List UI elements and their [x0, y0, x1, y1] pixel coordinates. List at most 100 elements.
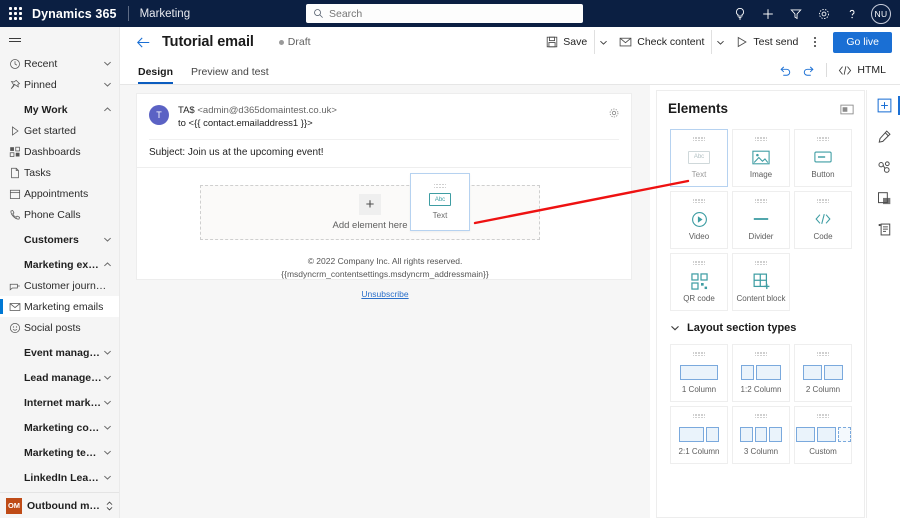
drag-handle-icon[interactable] — [692, 137, 706, 142]
chevron-down-icon[interactable] — [103, 55, 112, 73]
sidebar-item-marketing-content[interactable]: Marketing content — [0, 417, 119, 438]
save-button[interactable]: Save — [539, 30, 594, 54]
sidebar-item-customers[interactable]: Customers — [0, 229, 119, 250]
layout-tile-2-column[interactable]: 2 Column — [794, 344, 852, 402]
drag-handle-icon[interactable] — [816, 414, 830, 419]
elements-rail-icon[interactable] — [867, 90, 900, 121]
more-commands-button[interactable] — [805, 30, 825, 54]
drag-handle-icon[interactable] — [692, 352, 706, 357]
save-dropdown-button[interactable] — [594, 30, 612, 54]
layout-tile-3-column[interactable]: 3 Column — [732, 406, 790, 464]
element-tile-divider[interactable]: Divider — [732, 191, 790, 249]
chevron-down-icon[interactable] — [103, 344, 112, 362]
sidebar-item-dashboards[interactable]: Dashboards — [0, 141, 119, 162]
check-content-button[interactable]: Check content — [612, 30, 711, 54]
drag-handle-icon[interactable] — [692, 261, 706, 266]
go-live-button[interactable]: Go live — [833, 31, 892, 53]
sidebar-item-marketing-execution[interactable]: Marketing execution — [0, 254, 119, 275]
app-launcher-button[interactable] — [0, 0, 30, 27]
back-button[interactable] — [136, 36, 151, 49]
unsubscribe-link[interactable]: Unsubscribe — [361, 288, 408, 301]
drag-handle-icon[interactable] — [754, 261, 768, 266]
sidebar-item-label: My Work — [24, 103, 68, 116]
nav-collapse-button[interactable] — [0, 27, 119, 53]
element-tile-image[interactable]: Image — [732, 129, 790, 187]
drag-handle-icon[interactable] — [816, 352, 830, 357]
sidebar-item-event-management[interactable]: Event management — [0, 342, 119, 363]
collapse-panel-icon[interactable] — [840, 102, 854, 120]
chevron-down-icon[interactable] — [103, 394, 112, 412]
drag-handle-icon[interactable] — [754, 199, 768, 204]
chevron-down-icon[interactable] — [103, 419, 112, 437]
chevron-down-icon[interactable] — [103, 231, 112, 249]
help-icon[interactable] — [838, 0, 866, 27]
drag-handle-icon[interactable] — [692, 199, 706, 204]
sidebar-item-phone-calls[interactable]: Phone Calls — [0, 204, 119, 225]
layout-tile-custom[interactable]: Custom — [794, 406, 852, 464]
sidebar-item-social-posts[interactable]: Social posts — [0, 317, 119, 338]
app-name-label[interactable]: Marketing — [140, 8, 191, 20]
styles-rail-icon[interactable] — [867, 121, 900, 152]
drag-handle-icon[interactable] — [754, 414, 768, 419]
chevron-down-icon[interactable] — [103, 469, 112, 487]
redo-button[interactable] — [797, 59, 821, 81]
email-settings-gear-icon[interactable] — [608, 106, 620, 124]
sidebar-item-pinned[interactable]: Pinned — [0, 74, 119, 95]
test-send-button[interactable]: Test send — [729, 30, 805, 54]
layout-section-header[interactable]: Layout section types — [657, 322, 864, 341]
sidebar-item-my-work[interactable]: My Work — [0, 99, 119, 120]
layout-tile-1-column[interactable]: 1 Column — [670, 344, 728, 402]
user-avatar[interactable]: NU — [871, 3, 891, 24]
gear-icon[interactable] — [810, 0, 838, 27]
search-input[interactable] — [329, 7, 559, 20]
tab-design[interactable]: Design — [138, 66, 174, 84]
drag-handle-icon[interactable] — [754, 352, 768, 357]
filter-icon[interactable] — [782, 0, 810, 27]
sidebar-item-internet-marketing[interactable]: Internet marketing — [0, 392, 119, 413]
sidebar-item-linkedin-lead-gen[interactable]: LinkedIn Lead Gen — [0, 467, 119, 488]
add-element-dropzone[interactable]: + Add element here — [200, 185, 540, 240]
sidebar-item-recent[interactable]: Recent — [0, 53, 119, 74]
plus-icon[interactable] — [754, 0, 782, 27]
chevron-down-icon[interactable] — [103, 444, 112, 462]
element-tile-text[interactable]: Abc Text — [670, 129, 728, 187]
notes-rail-icon[interactable] — [867, 214, 900, 245]
element-tile-code[interactable]: Code — [794, 191, 852, 249]
sidebar-item-appointments[interactable]: Appointments — [0, 183, 119, 204]
global-search[interactable] — [306, 4, 583, 23]
sidebar-item-lead-management[interactable]: Lead management — [0, 367, 119, 388]
sidebar-item-label: Event management — [24, 346, 103, 359]
tab-preview-and-test[interactable]: Preview and test — [191, 66, 269, 84]
area-switcher[interactable]: OM Outbound market... — [0, 492, 119, 518]
drag-handle-icon[interactable] — [754, 137, 768, 142]
html-view-button[interactable]: HTML — [832, 59, 892, 81]
drag-handle-icon[interactable] — [816, 137, 830, 142]
drag-handle-icon[interactable] — [816, 199, 830, 204]
layout-tile-2-1-column[interactable]: 2:1 Column — [670, 406, 728, 464]
check-content-dropdown-button[interactable] — [711, 30, 729, 54]
chevron-down-icon[interactable] — [103, 369, 112, 387]
chevron-up-icon[interactable] — [103, 256, 112, 274]
dragging-text-element-ghost[interactable]: Abc Text — [410, 173, 470, 231]
element-tile-video[interactable]: Video — [670, 191, 728, 249]
sidebar-item-get-started[interactable]: Get started — [0, 120, 119, 141]
sidebar-item-marketing-emails[interactable]: Marketing emails — [0, 296, 119, 317]
sidebar-item-tasks[interactable]: Tasks — [0, 162, 119, 183]
email-design-canvas[interactable]: T TA$ <admin@d365domaintest.co.uk> to <{… — [120, 85, 650, 518]
sidebar-item-customer-journeys[interactable]: Customer journeys — [0, 275, 119, 296]
element-tile-button[interactable]: Button — [794, 129, 852, 187]
sidebar-item-marketing-templates[interactable]: Marketing templates — [0, 442, 119, 463]
lightbulb-icon[interactable] — [726, 0, 754, 27]
chevron-down-icon[interactable] — [103, 76, 112, 94]
layout-tile-1-2-column[interactable]: 1:2 Column — [732, 344, 790, 402]
personalization-rail-icon[interactable] — [867, 152, 900, 183]
undo-button[interactable] — [773, 59, 797, 81]
layers-rail-icon[interactable] — [867, 183, 900, 214]
brand-title[interactable]: Dynamics 365 — [32, 7, 117, 21]
drag-handle-icon[interactable] — [692, 414, 706, 419]
element-tile-content-block[interactable]: Content block — [732, 253, 790, 311]
element-tile-qr-code[interactable]: QR code — [670, 253, 728, 311]
chevron-up-icon[interactable] — [103, 101, 112, 119]
drag-handle-icon[interactable] — [433, 183, 447, 189]
plus-icon[interactable]: + — [359, 194, 381, 215]
